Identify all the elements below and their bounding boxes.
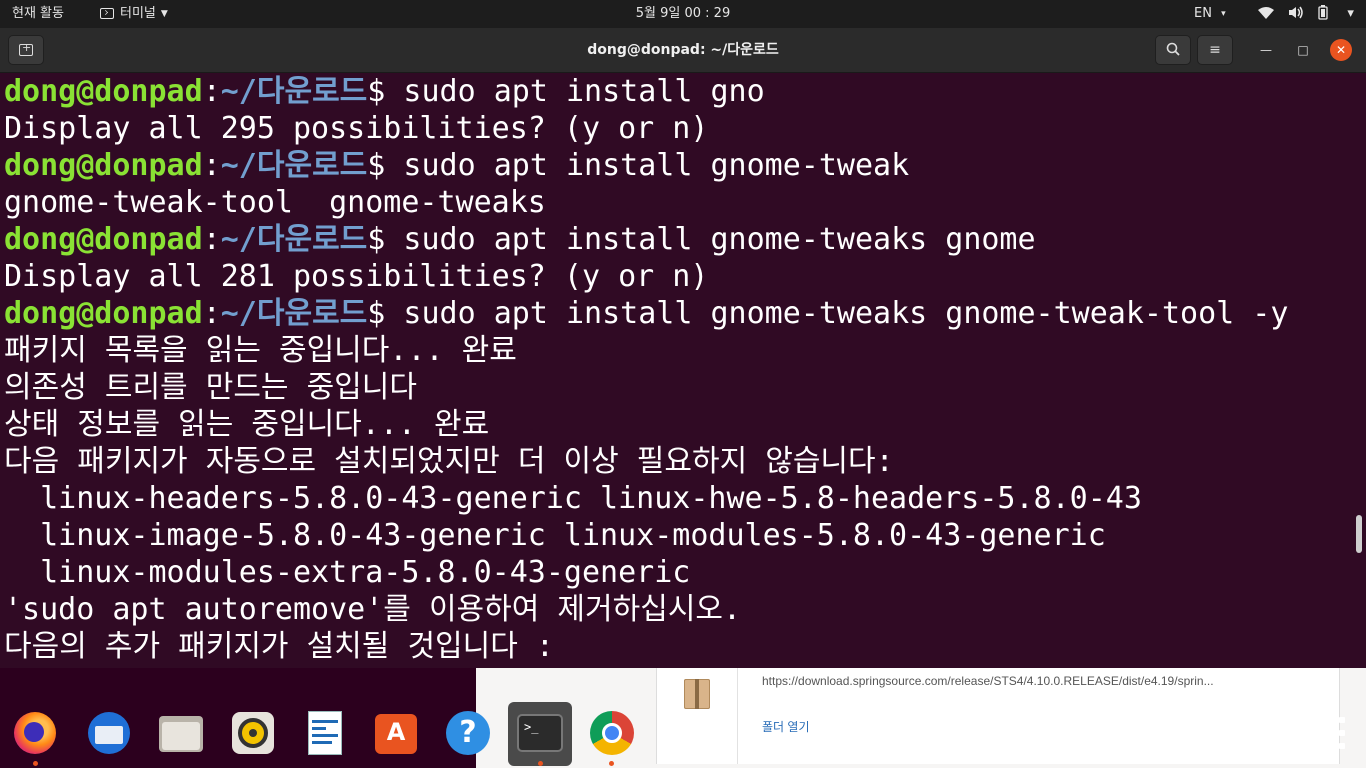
input-method-indicator[interactable]: EN ▾ bbox=[1194, 0, 1226, 28]
files-icon[interactable] bbox=[158, 710, 204, 756]
running-indicator bbox=[538, 761, 543, 766]
minimize-icon: — bbox=[1260, 43, 1272, 57]
prompt-dollar: $ bbox=[367, 74, 386, 109]
ubuntu-software-icon[interactable]: A bbox=[373, 710, 419, 756]
system-tray[interactable]: ▾ bbox=[1258, 0, 1364, 28]
terminal-glyph: >_ bbox=[517, 714, 563, 752]
show-applications-button[interactable] bbox=[1313, 717, 1345, 749]
terminal-scrollbar[interactable] bbox=[1356, 515, 1362, 553]
prompt-user: dong@donpad bbox=[4, 148, 203, 183]
prompt-user: dong@donpad bbox=[4, 296, 203, 331]
terminal-icon[interactable]: >_ bbox=[517, 710, 563, 756]
chevron-down-icon: ▾ bbox=[1347, 6, 1354, 21]
output-line: 의존성 트리를 만드는 중입니다 bbox=[4, 370, 417, 405]
top-bar: 현재 활동 터미널 ▼ 5월 9일 00 : 29 EN ▾ ▾ bbox=[0, 0, 1366, 28]
download-url: https://download.springsource.com/releas… bbox=[762, 674, 1214, 688]
prompt-dollar: $ bbox=[367, 148, 386, 183]
search-icon bbox=[1166, 42, 1180, 58]
prompt-colon: : bbox=[202, 296, 221, 331]
open-folder-link[interactable]: 폴더 열기 bbox=[762, 718, 810, 735]
output-line: 다음 패키지가 자동으로 설치되었지만 더 이상 필요하지 않습니다: bbox=[4, 444, 894, 479]
prompt-dollar: $ bbox=[367, 222, 386, 257]
terminal-window[interactable]: dong@donpad: ~/다운로드 ≡ — □ ✕ dong@donpad:… bbox=[0, 28, 1366, 668]
help-icon[interactable]: ? bbox=[445, 710, 491, 756]
prompt-line: dong@donpad:~/다운로드$ sudo apt install gno… bbox=[4, 295, 1288, 332]
output-line: Display all 295 possibilities? (y or n) bbox=[4, 111, 709, 146]
output-line: 상태 정보를 읽는 중입니다... 완료 bbox=[4, 407, 490, 442]
header-bar[interactable]: dong@donpad: ~/다운로드 ≡ — □ ✕ bbox=[0, 28, 1366, 73]
clock[interactable]: 5월 9일 00 : 29 bbox=[0, 0, 1366, 28]
running-indicator bbox=[33, 761, 38, 766]
wifi-icon bbox=[1258, 7, 1278, 22]
divider bbox=[737, 668, 738, 764]
output-line: linux-image-5.8.0-43-generic linux-modul… bbox=[4, 518, 1106, 553]
prompt-path: ~/다운로드 bbox=[220, 296, 368, 331]
minimize-button[interactable]: — bbox=[1256, 40, 1276, 60]
chrome-icon[interactable] bbox=[589, 710, 635, 756]
search-button[interactable] bbox=[1155, 35, 1191, 65]
terminal-output[interactable]: dong@donpad:~/다운로드$ sudo apt install gno… bbox=[0, 73, 1352, 668]
archive-file-icon bbox=[684, 679, 710, 709]
prompt-user: dong@donpad bbox=[4, 222, 203, 257]
close-icon: ✕ bbox=[1335, 43, 1347, 57]
command-text: sudo apt install gnome-tweaks gnome-twea… bbox=[385, 296, 1289, 331]
prompt-path: ~/다운로드 bbox=[220, 74, 368, 109]
prompt-line: dong@donpad:~/다운로드$ sudo apt install gno bbox=[4, 73, 765, 110]
prompt-dollar: $ bbox=[367, 296, 386, 331]
prompt-line: dong@donpad:~/다운로드$ sudo apt install gno… bbox=[4, 221, 1036, 258]
maximize-icon: □ bbox=[1297, 43, 1309, 57]
prompt-colon: : bbox=[202, 222, 221, 257]
menu-button[interactable]: ≡ bbox=[1197, 35, 1233, 65]
prompt-colon: : bbox=[202, 148, 221, 183]
language-label: EN bbox=[1194, 6, 1212, 21]
prompt-colon: : bbox=[202, 74, 221, 109]
output-line: linux-modules-extra-5.8.0-43-generic bbox=[4, 555, 691, 590]
command-text: sudo apt install gno bbox=[385, 74, 765, 109]
output-line: gnome-tweak-tool gnome-tweaks bbox=[4, 185, 546, 220]
output-line: 'sudo apt autoremove'를 이용하여 제거하십시오. bbox=[4, 592, 742, 627]
output-line: 다음의 추가 패키지가 설치될 것입니다 : bbox=[4, 629, 554, 664]
prompt-path: ~/다운로드 bbox=[220, 222, 368, 257]
chevron-down-icon: ▾ bbox=[1221, 9, 1226, 19]
output-line: 패키지 목록을 읽는 중입니다... 완료 bbox=[4, 333, 517, 368]
hamburger-menu-icon: ≡ bbox=[1209, 42, 1221, 58]
thunderbird-icon[interactable] bbox=[86, 710, 132, 756]
close-button[interactable]: ✕ bbox=[1330, 39, 1352, 61]
libreoffice-writer-icon[interactable] bbox=[302, 710, 348, 756]
command-text: sudo apt install gnome-tweak bbox=[385, 148, 910, 183]
output-line: linux-headers-5.8.0-43-generic linux-hwe… bbox=[4, 481, 1142, 516]
firefox-icon[interactable] bbox=[12, 710, 58, 756]
prompt-path: ~/다운로드 bbox=[220, 148, 368, 183]
running-indicator bbox=[609, 761, 614, 766]
rhythmbox-icon[interactable] bbox=[230, 710, 276, 756]
maximize-button[interactable]: □ bbox=[1293, 40, 1313, 60]
battery-icon bbox=[1318, 5, 1332, 22]
prompt-line: dong@donpad:~/다운로드$ sudo apt install gno… bbox=[4, 147, 909, 184]
help-glyph: ? bbox=[446, 711, 490, 755]
volume-icon bbox=[1288, 6, 1308, 22]
software-glyph: A bbox=[386, 718, 406, 746]
output-line: Display all 281 possibilities? (y or n) bbox=[4, 259, 709, 294]
command-text: sudo apt install gnome-tweaks gnome bbox=[385, 222, 1036, 257]
prompt-user: dong@donpad bbox=[4, 74, 203, 109]
